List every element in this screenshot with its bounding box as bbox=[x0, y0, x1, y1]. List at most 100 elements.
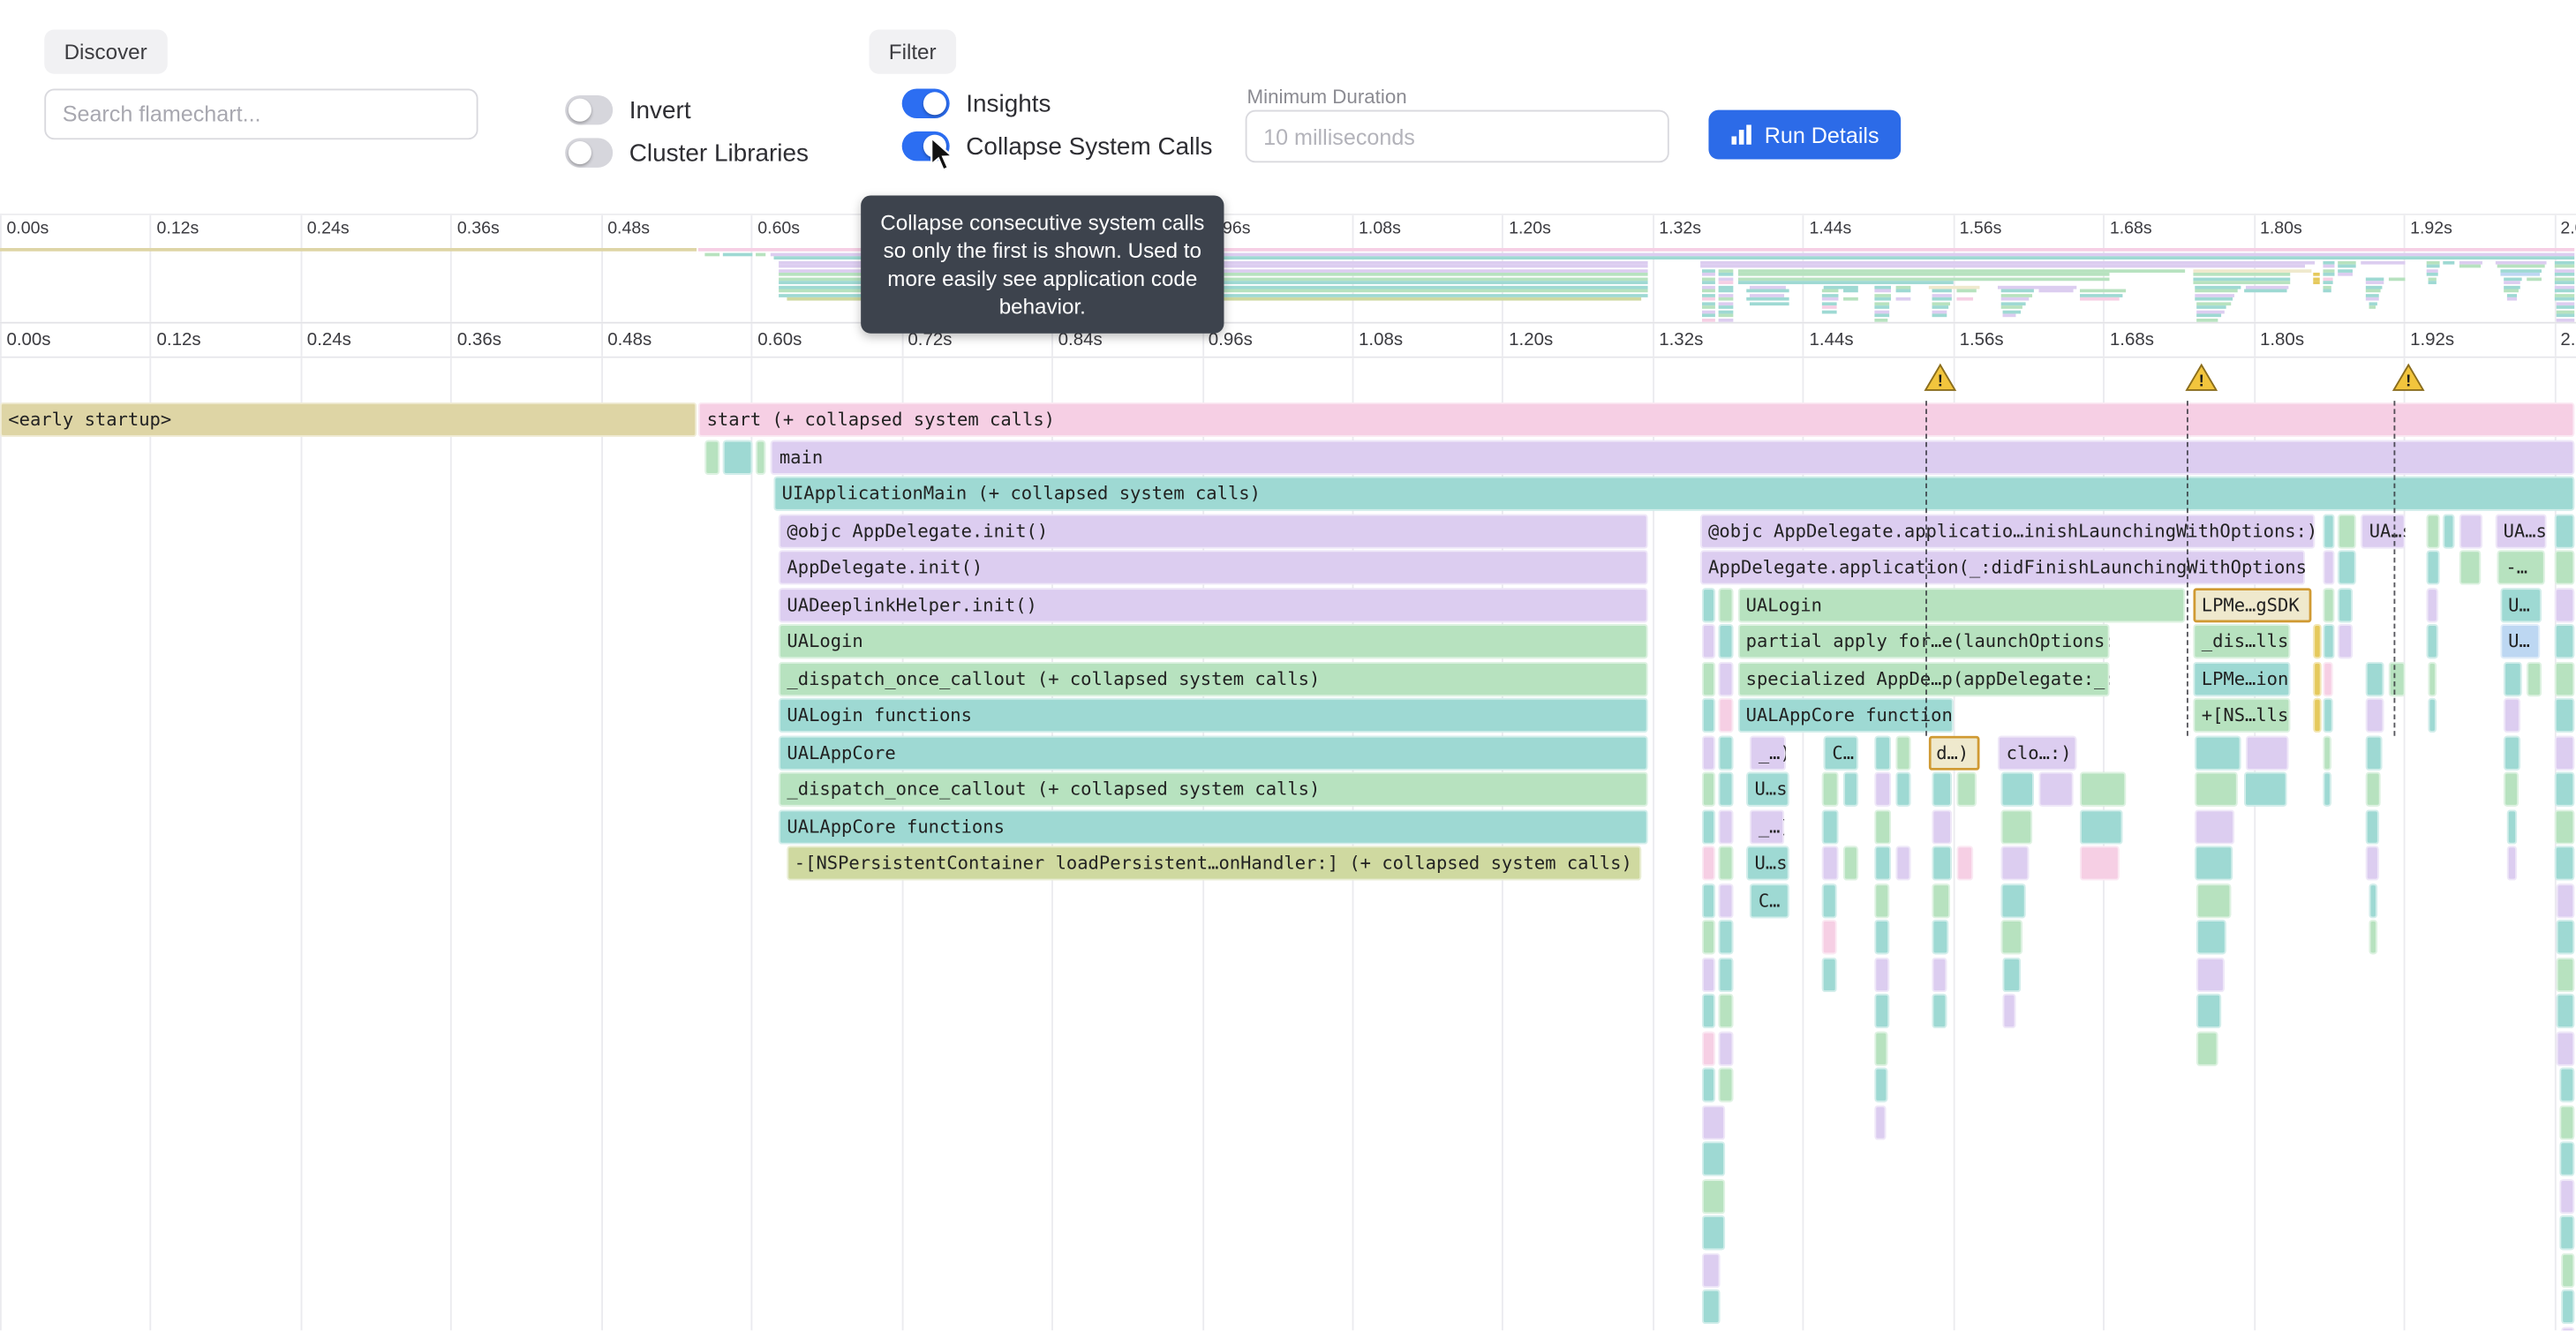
flame-bar[interactable] bbox=[1703, 1105, 1726, 1139]
flame-bar[interactable] bbox=[2314, 277, 2320, 281]
flame-bar[interactable] bbox=[2444, 260, 2454, 264]
flame-bar[interactable] bbox=[1703, 809, 1715, 844]
flame-bar[interactable] bbox=[2459, 260, 2482, 264]
flame-bar[interactable] bbox=[2324, 587, 2334, 621]
flame-bar[interactable] bbox=[1719, 772, 1734, 807]
flame-bar[interactable] bbox=[2246, 285, 2289, 289]
flame-bar[interactable] bbox=[2000, 772, 2034, 807]
flame-bar[interactable] bbox=[2000, 290, 2034, 293]
flame-bar-partial-apply-for-e-launchoptions[interactable]: partial apply for…e(launchOptions:) bbox=[1737, 624, 2109, 658]
flame-bar-dispatch-once-callout-collapsed-s[interactable]: _dispatch_once_callout (+ collapsed syst… bbox=[779, 661, 1648, 696]
flame-bar[interactable] bbox=[2081, 846, 2120, 880]
flame-bar[interactable] bbox=[1719, 277, 1734, 281]
search-input[interactable] bbox=[44, 88, 478, 139]
flame-bar[interactable] bbox=[2324, 285, 2331, 289]
flame-bar[interactable] bbox=[2554, 277, 2575, 281]
flame-bar[interactable] bbox=[1703, 268, 1715, 272]
flame-bar-ualogin[interactable]: UALogin bbox=[779, 624, 1648, 658]
flame-bar[interactable] bbox=[1895, 772, 1911, 807]
flame-bar-ua-s[interactable]: UA…s bbox=[2495, 514, 2547, 548]
flame-bar[interactable] bbox=[2081, 809, 2123, 844]
flame-bar[interactable] bbox=[1932, 305, 1948, 309]
flame-bar-[interactable]: _…) bbox=[1751, 735, 1787, 770]
flame-bar[interactable] bbox=[1874, 310, 1889, 313]
flame-bar[interactable] bbox=[1703, 587, 1715, 621]
flame-bar[interactable] bbox=[1874, 772, 1891, 807]
flame-bar[interactable] bbox=[2197, 883, 2231, 917]
flame-bar[interactable] bbox=[1703, 273, 1715, 276]
flame-bar[interactable] bbox=[1703, 313, 1715, 317]
flame-bar[interactable] bbox=[2366, 698, 2384, 733]
flame-bar[interactable] bbox=[2197, 318, 2218, 321]
flame-bar[interactable] bbox=[1874, 293, 1891, 297]
flame-bar[interactable] bbox=[2389, 661, 2405, 696]
flame-bar[interactable] bbox=[2366, 735, 2382, 770]
flame-bar[interactable] bbox=[1821, 920, 1836, 954]
flame-bar[interactable] bbox=[1719, 809, 1734, 844]
flame-bar[interactable] bbox=[1932, 293, 1953, 297]
flame-bar[interactable] bbox=[2554, 265, 2575, 268]
flame-bar-ualappcore-functions[interactable]: UALAppCore functions bbox=[1737, 698, 1954, 733]
flame-bar[interactable] bbox=[1719, 297, 1734, 301]
flame-bar[interactable] bbox=[1703, 957, 1715, 991]
flame-bar[interactable] bbox=[2504, 290, 2519, 293]
flame-bar[interactable] bbox=[2561, 1290, 2574, 1324]
flame-bar[interactable] bbox=[2324, 290, 2331, 293]
flame-bar[interactable] bbox=[2554, 735, 2575, 770]
flame-bar[interactable] bbox=[2557, 318, 2575, 321]
flame-bar-partial-apply-for-e-launchoptions[interactable] bbox=[1737, 273, 2109, 276]
flame-bar[interactable] bbox=[2314, 624, 2322, 658]
flame-bar[interactable] bbox=[2506, 846, 2517, 880]
flame-bar[interactable] bbox=[1703, 1215, 1726, 1250]
flame-bar[interactable] bbox=[2459, 265, 2481, 268]
flame-bar[interactable] bbox=[1703, 310, 1715, 313]
flame-bar[interactable] bbox=[2197, 301, 2231, 305]
flame-bar[interactable] bbox=[1703, 698, 1715, 733]
cluster-libraries-toggle[interactable] bbox=[565, 138, 613, 167]
flame-bar[interactable] bbox=[2554, 281, 2575, 284]
flame-bar[interactable] bbox=[2429, 281, 2436, 284]
flame-bar[interactable] bbox=[1895, 285, 1911, 289]
flame-bar[interactable] bbox=[1932, 297, 1951, 301]
flame-bar[interactable] bbox=[2003, 310, 2020, 313]
flame-bar[interactable] bbox=[2197, 310, 2225, 313]
flame-bar[interactable] bbox=[1719, 318, 1734, 321]
flame-bar-uadeeplinkhelper-init[interactable]: UADeeplinkHelper.init() bbox=[779, 587, 1648, 621]
flame-bar-appdelegate-application-didfinishl[interactable] bbox=[1700, 265, 2306, 268]
flame-bar-[interactable] bbox=[1751, 285, 1787, 289]
flame-bar-u[interactable]: U… bbox=[2500, 587, 2542, 621]
flame-bar[interactable] bbox=[2366, 661, 2384, 696]
flame-bar[interactable] bbox=[2426, 273, 2438, 276]
flame-bar[interactable] bbox=[2554, 550, 2575, 584]
flame-bar[interactable] bbox=[704, 252, 719, 256]
flame-bar-d[interactable]: d…) bbox=[1928, 735, 1979, 770]
flame-bar[interactable] bbox=[1874, 290, 1891, 293]
flame-bar[interactable] bbox=[1821, 305, 1836, 309]
flame-bar[interactable] bbox=[1874, 313, 1889, 317]
flame-bar[interactable] bbox=[1821, 297, 1838, 301]
flame-bar-dispatch-once-callout-collapsed-s[interactable]: _dispatch_once_callout (+ collapsed syst… bbox=[779, 772, 1648, 807]
flame-bar[interactable] bbox=[2324, 735, 2331, 770]
warning-icon[interactable]: ! bbox=[2184, 363, 2217, 392]
flame-bar[interactable] bbox=[2504, 698, 2520, 733]
flame-bar[interactable] bbox=[2339, 260, 2355, 264]
flame-bar[interactable] bbox=[2000, 293, 2032, 297]
flame-bar[interactable] bbox=[2000, 920, 2022, 954]
flame-bar[interactable] bbox=[2197, 920, 2227, 954]
flame-bar[interactable] bbox=[1703, 281, 1715, 284]
flame-bar[interactable] bbox=[1703, 1252, 1720, 1287]
flame-bar[interactable] bbox=[2366, 809, 2378, 844]
flame-bar-ualogin[interactable]: UALogin bbox=[1737, 587, 2185, 621]
flame-bar[interactable] bbox=[2426, 587, 2438, 621]
flame-bar-objc-appdelegate-applicatio-inish[interactable] bbox=[1700, 260, 2315, 264]
flame-bar[interactable] bbox=[1703, 318, 1715, 321]
flame-bar[interactable] bbox=[2339, 268, 2354, 272]
flame-bar-c[interactable] bbox=[1751, 301, 1789, 305]
flame-bar[interactable] bbox=[1874, 846, 1891, 880]
flame-bar[interactable] bbox=[1874, 994, 1889, 1028]
flame-bar[interactable] bbox=[1932, 957, 1947, 991]
flame-bar[interactable] bbox=[2504, 735, 2520, 770]
flame-bar[interactable] bbox=[2003, 313, 2016, 317]
flame-bar[interactable] bbox=[2426, 268, 2438, 272]
flame-bar-nspersistentcontainer-loadpersist[interactable]: -[NSPersistentContainer loadPersistent…o… bbox=[786, 846, 1640, 880]
